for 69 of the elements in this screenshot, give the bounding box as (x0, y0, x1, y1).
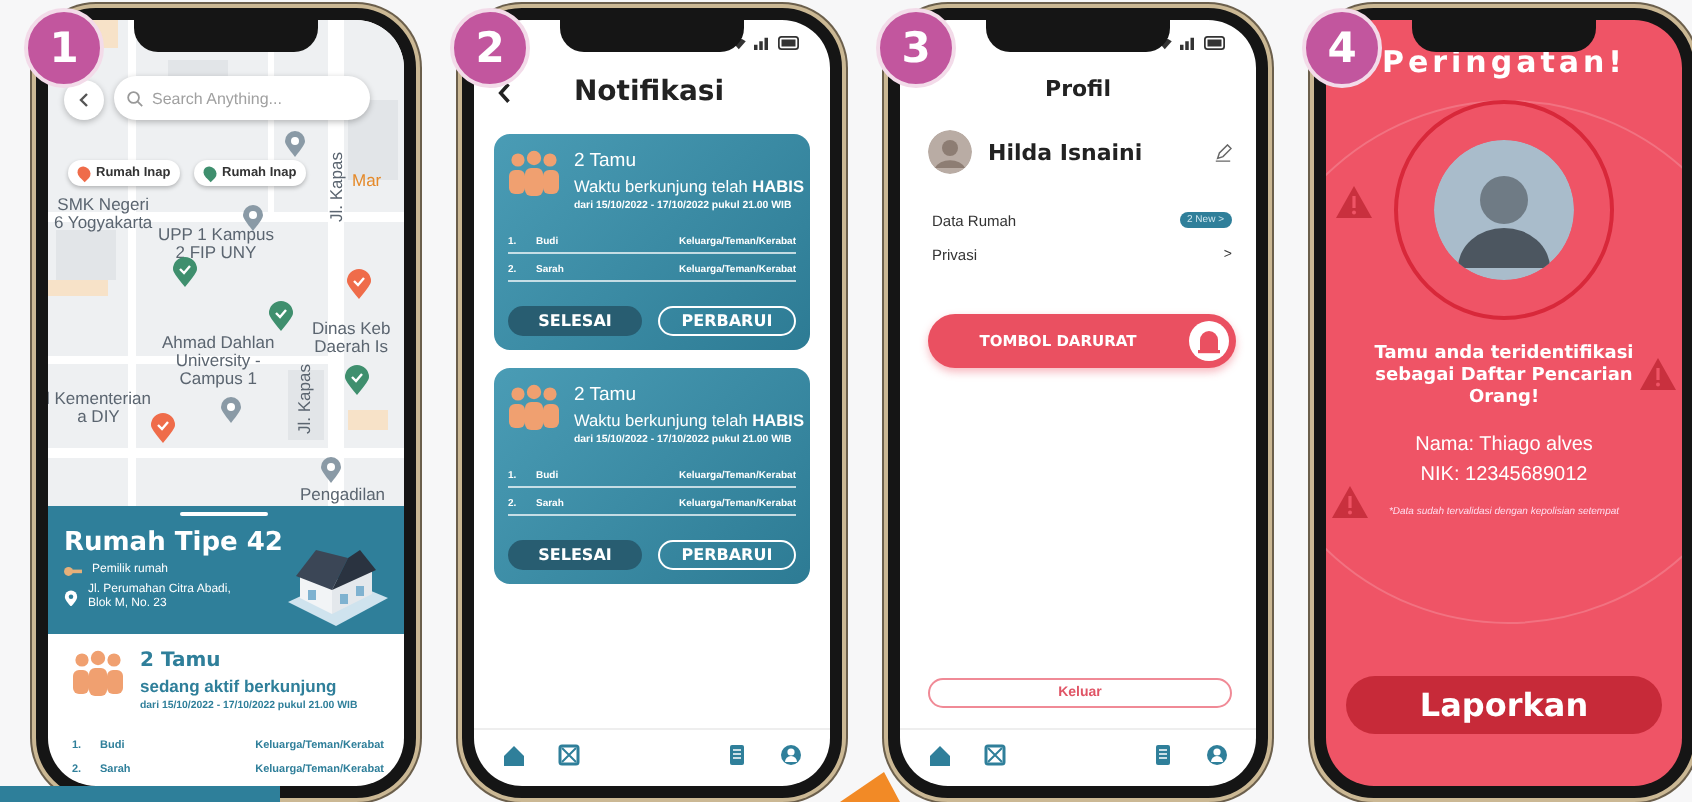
people-icon (508, 384, 560, 432)
building-shape (56, 230, 116, 280)
map-label: Dinas Keb Daerah Is (312, 320, 391, 356)
photo-placeholder (1434, 140, 1574, 280)
place-icon (220, 396, 242, 424)
people-icon (508, 150, 560, 198)
step-badge: 4 (1302, 8, 1382, 88)
map-label: Pengadilan (300, 486, 386, 504)
search-field[interactable]: Search Anything... (114, 76, 370, 120)
map-label: UPP 1 Kampus 2 FIP UNY (158, 226, 274, 262)
page-title: Profil (1043, 76, 1113, 102)
drag-handle[interactable] (180, 512, 268, 516)
place-icon (242, 204, 264, 232)
park-area (348, 410, 388, 430)
arrow-shape (840, 772, 900, 802)
guest-name: Nama: Thiago alves (1415, 434, 1593, 456)
renew-button[interactable]: PERBARUI (658, 540, 796, 570)
map-label: Jl. Kapas (328, 152, 346, 222)
guest-count: 2 Tamu (574, 150, 638, 172)
step-badge: 3 (876, 8, 956, 88)
map-label: Jl. Kapas (296, 364, 314, 434)
map-pin-icon (346, 268, 372, 300)
user-name: Hilda Isnaini (988, 139, 1145, 165)
map-pin-icon (150, 412, 176, 444)
search-icon (126, 90, 144, 108)
map-label: SMK Negeri 6 Yogyakarta (54, 196, 153, 232)
person-icon[interactable] (780, 743, 802, 765)
people-icon (72, 650, 124, 698)
home-icon[interactable] (928, 743, 950, 765)
visit-status: Waktu berkunjung telah HABIS (574, 176, 804, 196)
visit-status: sedang aktif berkunjung (140, 676, 339, 696)
guest-count: 2 Tamu (140, 650, 223, 672)
person-icon[interactable] (1206, 743, 1228, 765)
document-icon[interactable] (1151, 743, 1173, 765)
report-button[interactable]: Laporkan (1346, 676, 1662, 734)
guest-count: 2 Tamu (574, 384, 638, 406)
signal-icon (754, 35, 772, 49)
location-icon (64, 589, 78, 607)
guest-nik: NIK: 12345689012 (1420, 464, 1588, 486)
map-pin-icon (172, 256, 198, 288)
place-icon (284, 130, 306, 158)
pencil-icon[interactable] (1214, 143, 1232, 161)
battery-icon (777, 35, 802, 49)
document-icon[interactable] (725, 743, 747, 765)
step-badge: 1 (24, 8, 104, 88)
step-badge: 2 (450, 8, 530, 88)
page-title: Notifikasi (571, 76, 727, 108)
siren-icon (1188, 320, 1230, 362)
warning-message: Tamu anda teridentifikasi sebagai Daftar Pencarian Orang! (1372, 344, 1636, 410)
warning-icon (1334, 184, 1374, 220)
house-title: Rumah Tipe 42 (64, 528, 285, 558)
park-area (48, 280, 108, 296)
signal-icon (1180, 35, 1198, 49)
place-icon (320, 456, 342, 484)
battery-icon (1203, 35, 1228, 49)
back-icon[interactable] (498, 81, 512, 103)
avatar-placeholder (928, 130, 972, 174)
map-pin-icon (268, 300, 294, 332)
finish-button[interactable]: SELESAI (508, 306, 642, 336)
warning-title: Peringatan! (1381, 44, 1627, 80)
renew-button[interactable]: PERBARUI (658, 306, 796, 336)
key-icon (64, 565, 82, 577)
map-label: Mar (352, 172, 382, 190)
visit-status: Waktu berkunjung telah HABIS (574, 410, 804, 430)
map-label: Ahmad Dahlan University - Campus 1 (162, 334, 275, 388)
finish-button[interactable]: SELESAI (508, 540, 642, 570)
chevron-left-icon (76, 92, 92, 108)
map-pin-icon (344, 364, 370, 396)
home-icon[interactable] (502, 743, 524, 765)
